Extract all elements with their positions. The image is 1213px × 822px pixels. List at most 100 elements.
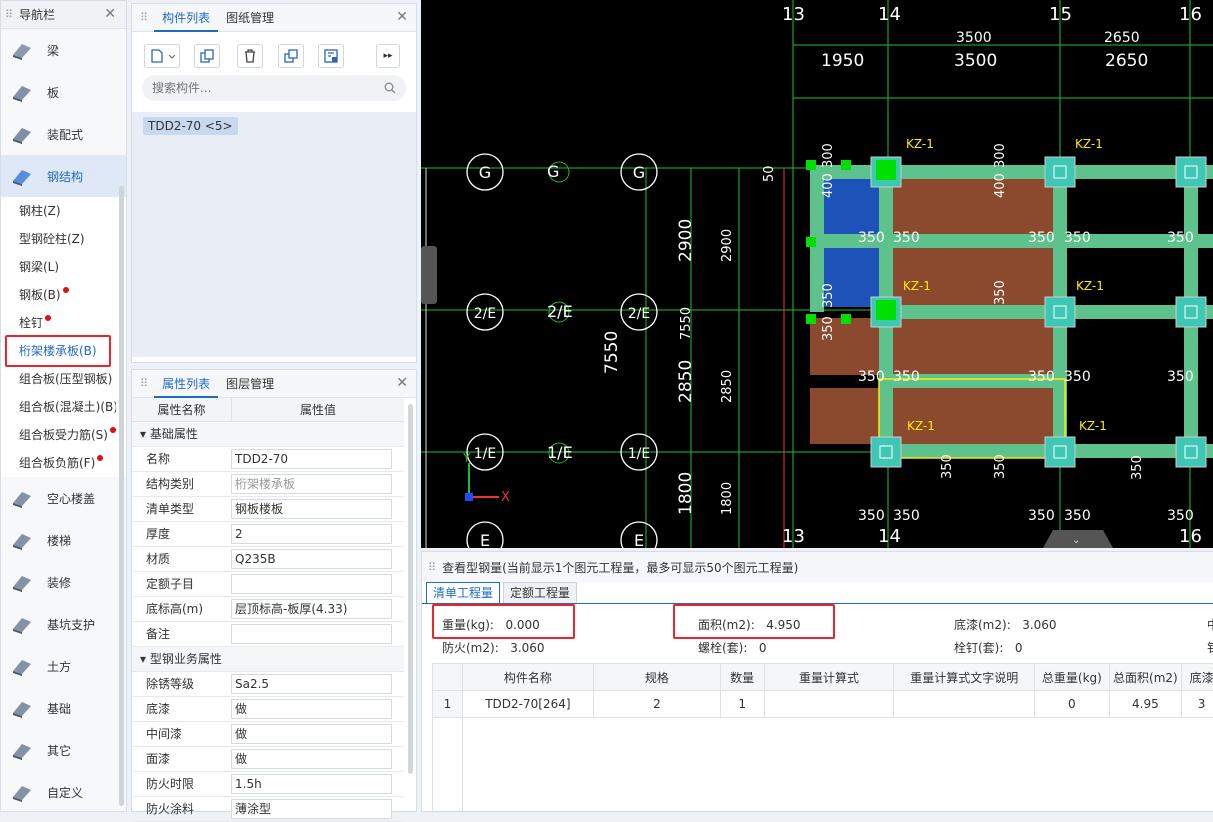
- nav-sub-item-2[interactable]: 钢梁(L): [1, 253, 116, 281]
- tab-layer-management[interactable]: 图层管理: [218, 370, 282, 398]
- nav-item-more-3[interactable]: 基坑支护: [1, 603, 126, 645]
- nav-sub-item-1[interactable]: 型钢砼柱(Z): [1, 225, 116, 253]
- search-input[interactable]: [152, 81, 372, 95]
- column-kz[interactable]: [871, 437, 901, 467]
- summary-label: 防火(m2):: [442, 641, 499, 655]
- property-value-input[interactable]: 桁架楼承板: [231, 474, 392, 494]
- tab-component-list[interactable]: 构件列表: [154, 4, 218, 32]
- chevron-down-icon[interactable]: ⌄: [1072, 535, 1080, 546]
- column-kz[interactable]: [1176, 157, 1206, 187]
- dim-text: 350: [893, 508, 920, 524]
- col-header[interactable]: 底漆: [1182, 664, 1213, 691]
- nav-header: ⠿ 导航栏 ✕: [1, 1, 126, 29]
- nav-sub-item-8[interactable]: 组合板受力筋(S): [1, 421, 116, 449]
- property-value-input[interactable]: Sa2.5: [231, 674, 392, 694]
- property-value-input[interactable]: 层顶标高-板厚(4.33): [231, 599, 392, 619]
- collapse-handle[interactable]: [421, 246, 437, 304]
- col-header[interactable]: 重量计算式文字说明: [894, 664, 1035, 691]
- nav-item-more-0[interactable]: 空心楼盖: [1, 477, 126, 519]
- col-header[interactable]: 总面积(m2): [1109, 664, 1182, 691]
- column-kz[interactable]: [1176, 297, 1206, 327]
- property-value-input[interactable]: TDD2-70: [231, 449, 392, 469]
- list-item[interactable]: TDD2-70 <5>: [143, 117, 238, 135]
- copy-to-floor-button[interactable]: [278, 44, 304, 68]
- delete-button[interactable]: [237, 44, 263, 68]
- close-icon[interactable]: ✕: [396, 375, 408, 391]
- drag-handle-icon[interactable]: ⠿: [140, 377, 146, 390]
- more-button[interactable]: ▸▸: [376, 44, 400, 68]
- axis-bubble-label: G: [633, 163, 645, 182]
- nav-item-0[interactable]: 梁: [1, 29, 126, 71]
- nav-sub-item-label: 钢梁(L): [19, 260, 59, 274]
- search-icon[interactable]: [384, 82, 396, 94]
- col-header[interactable]: 规格: [593, 664, 720, 691]
- col-header[interactable]: 构件名称: [462, 664, 593, 691]
- nav-item-more-7[interactable]: 自定义: [1, 771, 126, 813]
- nav-item-more-5[interactable]: 基础: [1, 687, 126, 729]
- property-value-input[interactable]: Q235B: [231, 549, 392, 569]
- close-icon[interactable]: ✕: [104, 6, 116, 22]
- nav-sub-item-0[interactable]: 钢柱(Z): [1, 197, 116, 225]
- property-group[interactable]: ▾ 型钢业务属性: [132, 647, 404, 672]
- property-row: 材质Q235B: [132, 547, 404, 572]
- tab-property-list[interactable]: 属性列表: [154, 370, 218, 398]
- property-value-input[interactable]: 做: [231, 749, 392, 769]
- close-icon[interactable]: ✕: [396, 9, 408, 25]
- column-label: KZ-1: [903, 279, 931, 293]
- dim-text: 350: [1064, 369, 1091, 385]
- dim-text: 350: [1167, 230, 1194, 246]
- new-component-button[interactable]: [144, 44, 180, 68]
- property-value-input[interactable]: 1.5h: [231, 774, 392, 794]
- nav-sub-item-7[interactable]: 组合板(混凝土)(B): [1, 393, 116, 421]
- nav-item-1[interactable]: 板: [1, 71, 126, 113]
- dim-text: 350: [893, 369, 920, 385]
- property-value-input[interactable]: 钢板楼板: [231, 499, 392, 519]
- nav-item-more-6[interactable]: 其它: [1, 729, 126, 771]
- tab-bill-quantity[interactable]: 清单工程量: [426, 582, 500, 603]
- property-value-input[interactable]: [231, 624, 392, 644]
- drag-handle-icon[interactable]: ⠿: [428, 561, 434, 574]
- column-kz[interactable]: [1176, 437, 1206, 467]
- property-value-input[interactable]: [231, 574, 392, 594]
- drag-handle-icon[interactable]: ⠿: [140, 11, 146, 24]
- summary-item: 栓钉(套): 0: [954, 639, 1023, 656]
- nav-item-label: 装配式: [47, 126, 83, 143]
- axis-label: 16: [1179, 526, 1202, 547]
- property-value-input[interactable]: 做: [231, 699, 392, 719]
- nav-scrollbar[interactable]: [119, 186, 124, 806]
- property-value-input[interactable]: 2: [231, 524, 392, 544]
- nav-item-more-1[interactable]: 楼梯: [1, 519, 126, 561]
- nav-item-3[interactable]: 钢结构: [1, 155, 126, 197]
- nav-item-2[interactable]: 装配式: [1, 113, 126, 155]
- nav-sub-item-9[interactable]: 组合板负筋(F): [1, 449, 116, 477]
- nav-sub-item-6[interactable]: 组合板(压型钢板): [1, 365, 116, 393]
- col-header[interactable]: 总重量(kg): [1035, 664, 1110, 691]
- search-box[interactable]: [142, 75, 406, 101]
- nav-sub-item-4[interactable]: 栓钉: [1, 309, 116, 337]
- property-value-input[interactable]: 做: [231, 724, 392, 744]
- tab-quota-quantity[interactable]: 定额工程量: [503, 582, 577, 603]
- stairs-icon: [9, 529, 35, 551]
- property-scrollbar[interactable]: [408, 404, 413, 774]
- column-kz[interactable]: [1045, 437, 1075, 467]
- copy-button[interactable]: [194, 44, 220, 68]
- property-name: 底漆: [132, 697, 227, 721]
- col-header[interactable]: 数量: [720, 664, 764, 691]
- property-group[interactable]: ▾ 基础属性: [132, 422, 404, 447]
- cad-viewport[interactable]: 1950 3500 2650 3500 2650 13 14 15 16 13 …: [421, 0, 1213, 548]
- column-label: KZ-1: [1076, 279, 1104, 293]
- column-kz[interactable]: [1045, 157, 1075, 187]
- nav-item-more-2[interactable]: 装修: [1, 561, 126, 603]
- nav-sub-item-label: 钢柱(Z): [19, 204, 61, 218]
- col-header[interactable]: 重量计算式: [764, 664, 894, 691]
- axis-bubble-label: E: [480, 531, 490, 548]
- tab-drawing-management[interactable]: 图纸管理: [218, 4, 282, 32]
- nav-sub-item-label: 组合板(压型钢板): [19, 372, 112, 386]
- save-template-button[interactable]: [318, 44, 344, 68]
- nav-sub-item-3[interactable]: 钢板(B): [1, 281, 116, 309]
- property-value-input[interactable]: 薄涂型: [231, 799, 392, 819]
- table-row[interactable]: 1TDD2-70[264]2104.953: [433, 691, 1213, 718]
- nav-item-more-4[interactable]: 土方: [1, 645, 126, 687]
- drag-handle-icon[interactable]: ⠿: [5, 8, 11, 21]
- column-kz[interactable]: [1045, 297, 1075, 327]
